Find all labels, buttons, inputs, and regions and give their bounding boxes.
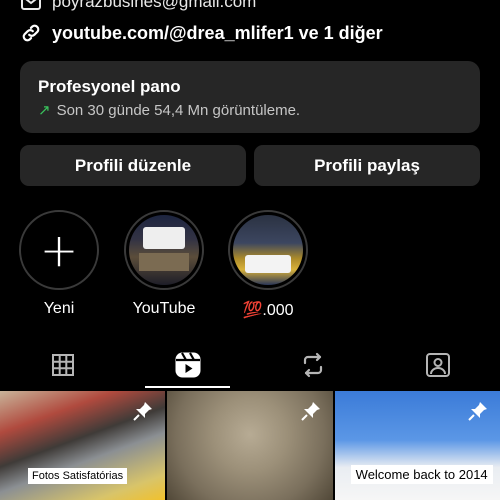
link-row[interactable]: youtube.com/@drea_mlifer1 ve 1 diğer xyxy=(20,22,383,44)
highlight-cover[interactable] xyxy=(124,210,204,290)
pin-icon xyxy=(300,401,321,426)
reels-grid: Fotos Satisfatórias Welcome back to 2014 xyxy=(0,391,500,500)
dashboard-title: Profesyonel pano xyxy=(38,77,181,96)
dashboard-subtitle-row: ↗ Son 30 günde 54,4 Mn görüntüleme. xyxy=(38,101,462,120)
highlight-image xyxy=(129,215,199,285)
tab-tagged[interactable] xyxy=(375,340,500,390)
plus-icon: + xyxy=(39,223,79,277)
highlight-label: Yeni xyxy=(43,300,75,317)
dashboard-subtitle: Son 30 günde 54,4 Mn görüntüleme. xyxy=(56,101,301,119)
email-text: poyrazbusines@gmail.com xyxy=(52,0,257,11)
highlight-cover[interactable] xyxy=(228,210,308,290)
tagged-icon xyxy=(425,353,450,377)
tab-posts-grid[interactable] xyxy=(0,340,125,390)
pin-icon xyxy=(468,401,488,426)
highlight-new[interactable]: + Yeni xyxy=(19,210,99,318)
reel-caption: Welcome back to 2014 xyxy=(350,465,493,484)
tab-reposts[interactable] xyxy=(250,340,375,390)
highlight-label: YouTube xyxy=(132,300,196,317)
grid-icon xyxy=(51,354,74,376)
tab-reels[interactable] xyxy=(125,340,250,390)
reel-thumbnail[interactable]: Welcome back to 2014 xyxy=(334,391,500,500)
pin-icon xyxy=(133,401,153,426)
reposts-icon xyxy=(303,352,322,378)
reel-thumbnail[interactable]: Fotos Satisfatórias xyxy=(0,391,166,500)
reel-caption: Fotos Satisfatórias xyxy=(28,468,128,484)
email-row[interactable]: poyrazbusines@gmail.com xyxy=(20,0,256,13)
reels-icon xyxy=(175,352,200,378)
highlight-youtube[interactable]: YouTube xyxy=(124,210,204,318)
link-text: youtube.com/@drea_mlifer1 ve 1 diğer xyxy=(52,22,383,43)
highlight-hundred[interactable]: 💯.000 xyxy=(228,210,308,320)
professional-dashboard-card[interactable]: Profesyonel pano ↗ Son 30 günde 54,4 Mn … xyxy=(20,61,480,133)
highlight-label: 💯.000 xyxy=(242,302,294,319)
share-profile-button[interactable]: Profili paylaş xyxy=(254,145,480,186)
highlight-image xyxy=(233,215,303,285)
link-icon xyxy=(20,22,42,44)
edit-profile-button[interactable]: Profili düzenle xyxy=(20,145,246,186)
new-highlight-circle[interactable]: + xyxy=(19,210,99,290)
profile-content-tabs xyxy=(0,340,500,390)
reel-thumbnail[interactable] xyxy=(167,391,333,500)
trend-up-arrow-icon: ↗ xyxy=(38,102,51,119)
mail-icon xyxy=(20,0,42,13)
